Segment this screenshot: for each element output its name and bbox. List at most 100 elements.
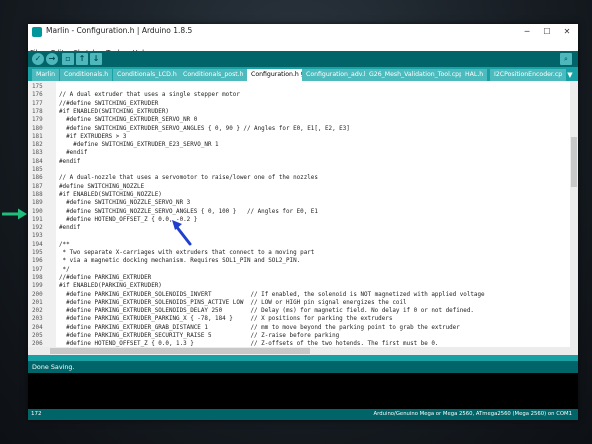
code-text[interactable]: //#define PARKING_EXTRUDER — [59, 274, 151, 282]
code-text[interactable]: #define PARKING_EXTRUDER_SOLENOIDS_INVER… — [59, 291, 485, 299]
line-number: 188 — [32, 191, 43, 198]
code-text[interactable]: #define PARKING_EXTRUDER_GRAB_DISTANCE 1… — [59, 324, 460, 332]
code-line[interactable]: 176 // A dual extruder that uses a single… — [28, 91, 570, 99]
code-line[interactable]: 180 #define SWITCHING_EXTRUDER_SERVO_ANG… — [28, 125, 570, 133]
window-title: Marlin - Configuration.h | Arduino 1.8.5 — [46, 26, 193, 35]
code-text[interactable]: #endif — [59, 224, 80, 232]
code-text[interactable]: #define SWITCHING_NOZZLE_SERVO_ANGLES { … — [59, 208, 318, 216]
tab-configuration[interactable]: Configuration.h § — [247, 69, 308, 81]
tab-conditionals[interactable]: Conditionals.h — [60, 69, 113, 81]
code-line[interactable]: 185 — [28, 166, 570, 174]
code-line[interactable]: 181 #if EXTRUDERS > 3 — [28, 133, 570, 141]
tab-conditionals-post[interactable]: Conditionals_post.h — [179, 69, 248, 81]
save-sketch-button[interactable]: ↓ — [90, 53, 102, 65]
code-line[interactable]: 201 #define PARKING_EXTRUDER_SOLENOIDS_P… — [28, 299, 570, 307]
code-text[interactable]: #define HOTEND_OFFSET_Z { 0.0, 1.3 } // … — [59, 340, 438, 347]
code-text[interactable]: #define PARKING_EXTRUDER_SECURITY_RAISE … — [59, 332, 339, 340]
code-line[interactable]: 194 /** — [28, 241, 570, 249]
tab-conditionals-lcd[interactable]: Conditionals_LCD.h — [113, 69, 181, 81]
code-line[interactable]: 182 #define SWITCHING_EXTRUDER_E23_SERVO… — [28, 141, 570, 149]
code-text[interactable]: // A dual extruder that uses a single st… — [59, 91, 240, 99]
verify-button[interactable]: ✓ — [32, 53, 44, 65]
code-line[interactable]: 198 //#define PARKING_EXTRUDER — [28, 274, 570, 282]
code-text[interactable]: #define SWITCHING_EXTRUDER_SERVO_ANGLES … — [59, 125, 350, 133]
vertical-scroll-thumb[interactable] — [571, 137, 577, 187]
code-line[interactable]: 202 #define PARKING_EXTRUDER_SOLENOIDS_D… — [28, 307, 570, 315]
console-output[interactable] — [28, 373, 578, 409]
code-line[interactable]: 177 //#define SWITCHING_EXTRUDER — [28, 100, 570, 108]
code-text[interactable]: #define SWITCHING_NOZZLE — [59, 183, 144, 191]
tab-menu-arrow-icon[interactable]: ▼ — [564, 69, 576, 81]
code-text[interactable]: #if ENABLED(SWITCHING_EXTRUDER) — [59, 108, 169, 116]
line-number: 175 — [32, 84, 43, 90]
tab-marlin[interactable]: Marlin — [32, 69, 60, 81]
code-text[interactable]: * Two separate X-carriages with extruder… — [59, 249, 315, 257]
maximize-icon[interactable]: ☐ — [538, 25, 556, 38]
open-sketch-button[interactable]: ↑ — [76, 53, 88, 65]
code-line[interactable]: 179 #define SWITCHING_EXTRUDER_SERVO_NR … — [28, 116, 570, 124]
line-number: 185 — [32, 167, 43, 173]
code-line[interactable]: 178 #if ENABLED(SWITCHING_EXTRUDER) — [28, 108, 570, 116]
code-line[interactable]: 203 #define PARKING_EXTRUDER_PARKING_X {… — [28, 315, 570, 323]
code-line[interactable]: 195 * Two separate X-carriages with extr… — [28, 249, 570, 257]
code-text[interactable]: #if ENABLED(SWITCHING_NOZZLE) — [59, 191, 162, 199]
code-text[interactable]: //#define SWITCHING_EXTRUDER — [59, 100, 158, 108]
code-text[interactable]: // A dual-nozzle that uses a servomotor … — [59, 174, 318, 182]
new-sketch-button[interactable]: ▫ — [62, 53, 74, 65]
code-line[interactable]: 184 #endif — [28, 158, 570, 166]
serial-monitor-button[interactable]: ⌕ — [560, 53, 572, 65]
line-number: 179 — [32, 117, 43, 124]
code-text[interactable]: #define SWITCHING_EXTRUDER_E23_SERVO_NR … — [59, 141, 218, 149]
code-line[interactable]: 175 — [28, 83, 570, 91]
code-line[interactable]: 197 */ — [28, 266, 570, 274]
upload-button[interactable]: → — [46, 53, 58, 65]
code-line[interactable]: 196 * via a magnetic docking mechanism. … — [28, 257, 570, 265]
close-icon[interactable]: ✕ — [558, 25, 576, 38]
code-text[interactable]: #define PARKING_EXTRUDER_PARKING_X { -78… — [59, 315, 392, 323]
line-number: 205 — [32, 333, 43, 339]
code-text[interactable]: #define PARKING_EXTRUDER_SOLENOIDS_PINS_… — [59, 299, 406, 307]
code-text[interactable]: #if EXTRUDERS > 3 — [59, 133, 126, 141]
tab-hal[interactable]: HAL.h — [461, 69, 488, 81]
code-text[interactable]: #define SWITCHING_EXTRUDER_SERVO_NR 0 — [59, 116, 197, 124]
code-text[interactable]: * via a magnetic docking mechanism. Requ… — [59, 257, 301, 265]
status-bar: Done Saving. — [28, 361, 578, 373]
line-number: 189 — [32, 200, 43, 207]
code-line[interactable]: 200 #define PARKING_EXTRUDER_SOLENOIDS_I… — [28, 291, 570, 299]
code-text[interactable]: #define PARKING_EXTRUDER_SOLENOIDS_DELAY… — [59, 307, 474, 315]
code-area[interactable]: 175 176 // A dual extruder that uses a sin… — [28, 81, 570, 347]
status-message: Done Saving. — [32, 363, 75, 371]
horizontal-scrollbar[interactable] — [28, 347, 578, 355]
line-number: 186 — [32, 175, 43, 182]
code-text[interactable]: #endif — [59, 149, 87, 157]
code-line[interactable]: 205 #define PARKING_EXTRUDER_SECURITY_RA… — [28, 332, 570, 340]
tab-i2c-encoder[interactable]: I2CPositionEncoder.cp — [490, 69, 567, 81]
code-line[interactable]: 191 #define HOTEND_OFFSET_Z { 0.0, -0.2 … — [28, 216, 570, 224]
code-line[interactable]: 206 #define HOTEND_OFFSET_Z { 0.0, 1.3 }… — [28, 340, 570, 347]
code-line[interactable]: 204 #define PARKING_EXTRUDER_GRAB_DISTAN… — [28, 324, 570, 332]
line-number: 195 — [32, 250, 43, 256]
tab-g26-mesh[interactable]: G26_Mesh_Validation_Tool.cpp — [365, 69, 468, 81]
code-line[interactable]: 192 #endif — [28, 224, 570, 232]
code-text[interactable]: #define SWITCHING_NOZZLE_SERVO_NR 3 — [59, 199, 190, 207]
code-line[interactable]: 183 #endif — [28, 149, 570, 157]
current-line-number: 172 — [31, 411, 42, 417]
line-number: 202 — [32, 308, 43, 315]
code-line[interactable]: 187 #define SWITCHING_NOZZLE — [28, 183, 570, 191]
code-text[interactable]: /** — [59, 241, 70, 249]
minimize-icon[interactable]: ─ — [518, 25, 536, 38]
code-line[interactable]: 186 // A dual-nozzle that uses a servomot… — [28, 174, 570, 182]
code-editor[interactable]: 175 176 // A dual extruder that uses a sin… — [28, 81, 578, 355]
line-number: 184 — [32, 158, 43, 165]
code-line[interactable]: 190 #define SWITCHING_NOZZLE_SERVO_ANGLE… — [28, 208, 570, 216]
code-line[interactable]: 199 #if ENABLED(PARKING_EXTRUDER) — [28, 282, 570, 290]
tab-configuration-adv[interactable]: Configuration_adv.h — [302, 69, 372, 81]
code-text[interactable]: */ — [59, 266, 70, 274]
code-text[interactable]: #if ENABLED(PARKING_EXTRUDER) — [59, 282, 162, 290]
horizontal-scroll-thumb[interactable] — [50, 348, 310, 354]
vertical-scrollbar[interactable] — [570, 81, 578, 347]
code-text[interactable]: #endif — [59, 158, 80, 166]
code-line[interactable]: 189 #define SWITCHING_NOZZLE_SERVO_NR 3 — [28, 199, 570, 207]
code-line[interactable]: 193 — [28, 232, 570, 240]
code-line[interactable]: 188 #if ENABLED(SWITCHING_NOZZLE) — [28, 191, 570, 199]
